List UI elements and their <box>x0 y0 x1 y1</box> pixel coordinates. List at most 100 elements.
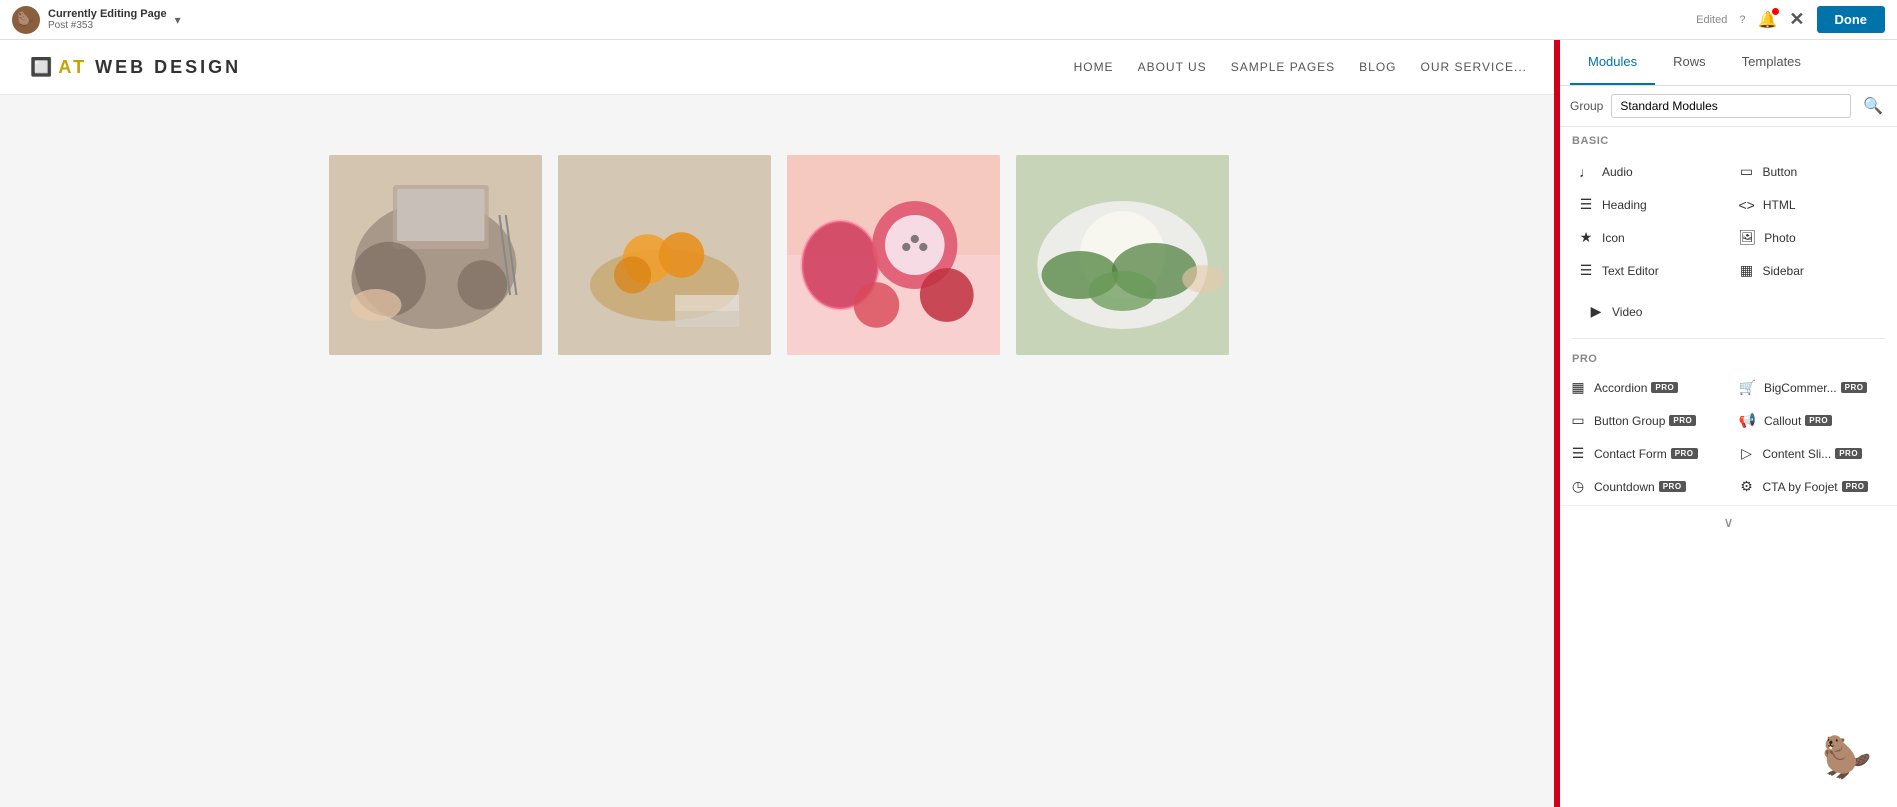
section-divider <box>1572 338 1885 339</box>
module-callout[interactable]: 📢 Callout PRO <box>1729 404 1897 437</box>
mascot-icon: 🦫 <box>1817 727 1877 787</box>
module-accordion[interactable]: ▦ Accordion PRO <box>1560 371 1729 404</box>
admin-bar-left: 🦫 Currently Editing Page Post #353 ▾ <box>12 6 181 34</box>
tab-rows[interactable]: Rows <box>1655 40 1724 85</box>
bigcommerce-icon: 🛒 <box>1739 379 1756 396</box>
nav-about[interactable]: ABOUT US <box>1138 60 1207 74</box>
pro-section-header: Pro <box>1560 345 1897 369</box>
group-select[interactable]: Standard Modules <box>1611 94 1851 118</box>
admin-bar-right: Edited ? 🔔 ✕ Done <box>1696 6 1885 33</box>
module-video[interactable]: ▶ Video <box>1578 295 1879 328</box>
module-icon-label: Icon <box>1602 231 1625 245</box>
tab-modules[interactable]: Modules <box>1570 40 1655 85</box>
tab-templates[interactable]: Templates <box>1724 40 1819 85</box>
gallery-item <box>329 155 542 355</box>
gallery-item <box>558 155 771 355</box>
gallery-grid <box>329 155 1229 355</box>
panel-toolbar: Group Standard Modules 🔍 <box>1560 86 1897 127</box>
sidebar-icon: ▦ <box>1739 262 1755 279</box>
module-audio[interactable]: ♩ Audio <box>1568 155 1729 188</box>
button-group-label-group: Button Group PRO <box>1594 414 1696 428</box>
module-bigcommerce-label: BigCommer... <box>1764 381 1837 395</box>
cta-label-group: CTA by Foojet PRO <box>1763 480 1869 494</box>
notification-dot <box>1772 8 1779 15</box>
gallery-item <box>787 155 1000 355</box>
module-heading-label: Heading <box>1602 198 1647 212</box>
contact-form-label-group: Contact Form PRO <box>1594 447 1698 461</box>
module-button-group-label: Button Group <box>1594 414 1665 428</box>
module-icon[interactable]: ★ Icon <box>1568 221 1729 254</box>
logo-text: AT WEB DESIGN <box>58 57 241 78</box>
module-cta[interactable]: ⚙ CTA by Foojet PRO <box>1729 470 1897 503</box>
contact-form-icon: ☰ <box>1570 445 1586 462</box>
module-countdown[interactable]: ◷ Countdown PRO <box>1560 470 1729 503</box>
site-nav: 🔲 AT WEB DESIGN HOME ABOUT US SAMPLE PAG… <box>0 40 1557 95</box>
main-content <box>0 95 1557 807</box>
content-slider-label-group: Content Sli... PRO <box>1763 447 1863 461</box>
help-icon[interactable]: ? <box>1739 14 1745 26</box>
site-logo: 🔲 AT WEB DESIGN <box>30 57 241 78</box>
notification-bell-icon[interactable]: 🔔 <box>1757 10 1777 30</box>
module-heading[interactable]: ☰ Heading <box>1568 188 1729 221</box>
search-icon[interactable]: 🔍 <box>1859 94 1887 118</box>
module-audio-label: Audio <box>1602 165 1633 179</box>
module-text-editor-label: Text Editor <box>1602 264 1659 278</box>
heading-icon: ☰ <box>1578 196 1594 213</box>
module-photo[interactable]: 🖼 Photo <box>1729 221 1890 254</box>
countdown-label-group: Countdown PRO <box>1594 480 1686 494</box>
pro-modules-grid: ▦ Accordion PRO 🛒 BigCommer... PRO ▭ But… <box>1560 369 1897 505</box>
module-accordion-label: Accordion <box>1594 381 1647 395</box>
module-button[interactable]: ▭ Button <box>1729 155 1890 188</box>
button-group-pro-badge: PRO <box>1669 415 1696 426</box>
nav-home[interactable]: HOME <box>1074 60 1114 74</box>
audio-icon: ♩ <box>1578 164 1594 180</box>
nav-our-service[interactable]: OUR SERVICE... <box>1421 60 1527 74</box>
module-sidebar-label: Sidebar <box>1763 264 1804 278</box>
countdown-icon: ◷ <box>1570 478 1586 495</box>
avatar-icon: 🦫 <box>12 6 40 34</box>
module-button-group[interactable]: ▭ Button Group PRO <box>1560 404 1729 437</box>
module-contact-form[interactable]: ☰ Contact Form PRO <box>1560 437 1729 470</box>
module-callout-label: Callout <box>1764 414 1801 428</box>
show-more-chevron[interactable]: ∨ <box>1560 505 1897 539</box>
logo-icon: 🔲 <box>30 57 52 78</box>
module-sidebar[interactable]: ▦ Sidebar <box>1729 254 1890 287</box>
content-slider-icon: ▷ <box>1739 445 1755 462</box>
module-video-label: Video <box>1612 305 1642 319</box>
bigcommerce-label-group: BigCommer... PRO <box>1764 381 1868 395</box>
video-icon: ▶ <box>1588 303 1604 320</box>
basic-section-header: Basic <box>1560 127 1897 151</box>
module-countdown-label: Countdown <box>1594 480 1655 494</box>
right-panel: Modules Rows Templates Group Standard Mo… <box>1557 40 1897 807</box>
accordion-icon: ▦ <box>1570 379 1586 396</box>
nav-blog[interactable]: BLOG <box>1359 60 1396 74</box>
module-html-label: HTML <box>1763 198 1796 212</box>
panel-tabs: Modules Rows Templates <box>1560 40 1897 86</box>
done-button[interactable]: Done <box>1817 6 1886 33</box>
callout-pro-badge: PRO <box>1805 415 1832 426</box>
admin-bar-subtitle: Post #353 <box>48 20 167 31</box>
module-html[interactable]: <> HTML <box>1729 188 1890 221</box>
module-content-slider[interactable]: ▷ Content Sli... PRO <box>1729 437 1897 470</box>
admin-bar-title: Currently Editing Page <box>48 8 167 20</box>
accordion-label-group: Accordion PRO <box>1594 381 1678 395</box>
panel-content: Basic ♩ Audio ▭ Button ☰ Heading <> HTML <box>1560 127 1897 807</box>
content-slider-pro-badge: PRO <box>1835 448 1862 459</box>
callout-label-group: Callout PRO <box>1764 414 1832 428</box>
text-editor-icon: ☰ <box>1578 262 1594 279</box>
photo-icon: 🖼 <box>1739 229 1757 246</box>
icon-icon: ★ <box>1578 229 1594 246</box>
nav-sample-pages[interactable]: SAMPLE PAGES <box>1231 60 1335 74</box>
module-text-editor[interactable]: ☰ Text Editor <box>1568 254 1729 287</box>
basic-modules-grid: ♩ Audio ▭ Button ☰ Heading <> HTML ★ Ico… <box>1560 151 1897 291</box>
button-icon: ▭ <box>1739 163 1755 180</box>
module-photo-label: Photo <box>1764 231 1795 245</box>
chevron-down-icon[interactable]: ▾ <box>175 13 181 27</box>
admin-bar: 🦫 Currently Editing Page Post #353 ▾ Edi… <box>0 0 1897 40</box>
module-bigcommerce[interactable]: 🛒 BigCommer... PRO <box>1729 371 1897 404</box>
close-icon[interactable]: ✕ <box>1789 9 1804 30</box>
bigcommerce-pro-badge: PRO <box>1841 382 1868 393</box>
cta-pro-badge: PRO <box>1842 481 1869 492</box>
cta-icon: ⚙ <box>1739 478 1755 495</box>
edited-label: Edited <box>1696 14 1727 26</box>
